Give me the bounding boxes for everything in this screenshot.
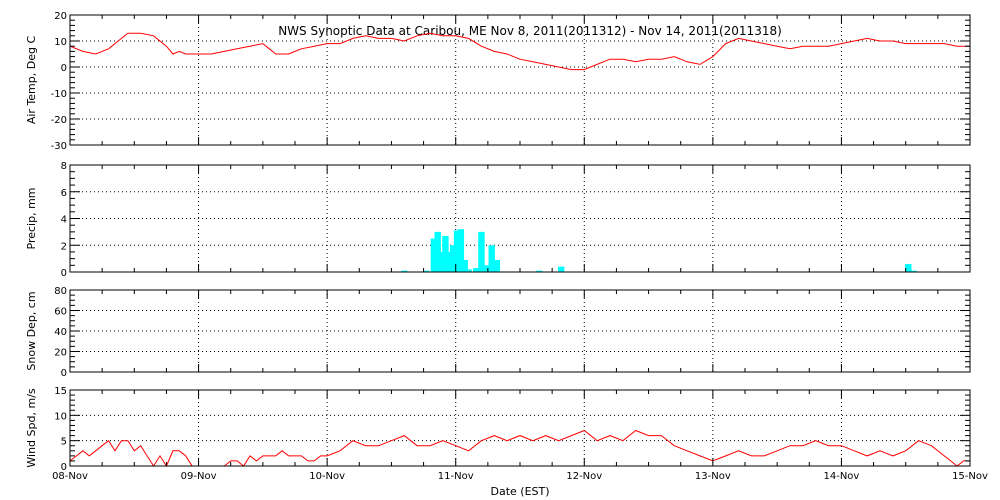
x-tick-label: 12-Nov [566,471,602,482]
y-axis-title: Snow Dep, cm [25,291,38,370]
panel-frame [69,389,971,467]
panel-3: 0 20 40 60 80 Snow Dep, cm [25,286,971,379]
y-tick-label: 10 [54,37,67,48]
y-axis-title: Wind Spd, m/s [25,388,38,468]
synoptic-chart: NWS Synoptic Data at Caribou, ME Nov 8, … [25,11,988,498]
y-tick-label: 15 [54,386,67,397]
x-axis-title: Date (EST) [490,485,549,498]
y-axis-title: Precip, mm [25,188,38,250]
chart-title: NWS Synoptic Data at Caribou, ME Nov 8, … [278,24,782,38]
y-tick-label: 5 [61,437,67,448]
panel-4: 051015Wind Spd, m/s [25,386,971,473]
y-tick-label: 10 [54,411,67,422]
precip-bar [493,259,501,272]
y-tick-label: 2 [61,241,67,252]
panel-2: 0 2 4 6 8 Precip, mm [25,161,971,279]
y-tick-label: 20 [54,348,67,359]
y-tick-label: -20 [51,115,67,126]
x-tick-label: 10-Nov [309,471,345,482]
series-line [69,32,970,71]
y-tick-label: 6 [61,188,67,199]
y-tick-label: 0 [61,63,67,74]
series-line [69,429,970,468]
x-tick-label: 13-Nov [695,471,731,482]
y-tick-label: 80 [54,286,67,297]
y-tick-label: 0 [61,268,67,279]
y-tick-label: 20 [54,11,67,22]
precip-bar [557,266,565,272]
x-tick-label: 14-Nov [823,471,859,482]
panels: -30 -20 -10 0 10 20 Air Temp, Deg C 0 2 4 6 8 Precip… [25,11,988,482]
x-tick-label: 09-Nov [181,471,217,482]
x-tick-label: 15-Nov [952,471,988,482]
x-tick-label: 11-Nov [438,471,474,482]
y-tick-label: -10 [51,89,67,100]
x-tick-label: 08-Nov [52,471,88,482]
y-tick-label: 0 [61,368,67,379]
y-tick-label: -30 [51,141,67,152]
y-tick-label: 8 [61,161,67,172]
y-tick-label: 40 [54,327,67,338]
y-tick-label: 4 [61,215,67,226]
y-axis-title: Air Temp, Deg C [25,36,38,125]
y-tick-label: 60 [54,307,67,318]
